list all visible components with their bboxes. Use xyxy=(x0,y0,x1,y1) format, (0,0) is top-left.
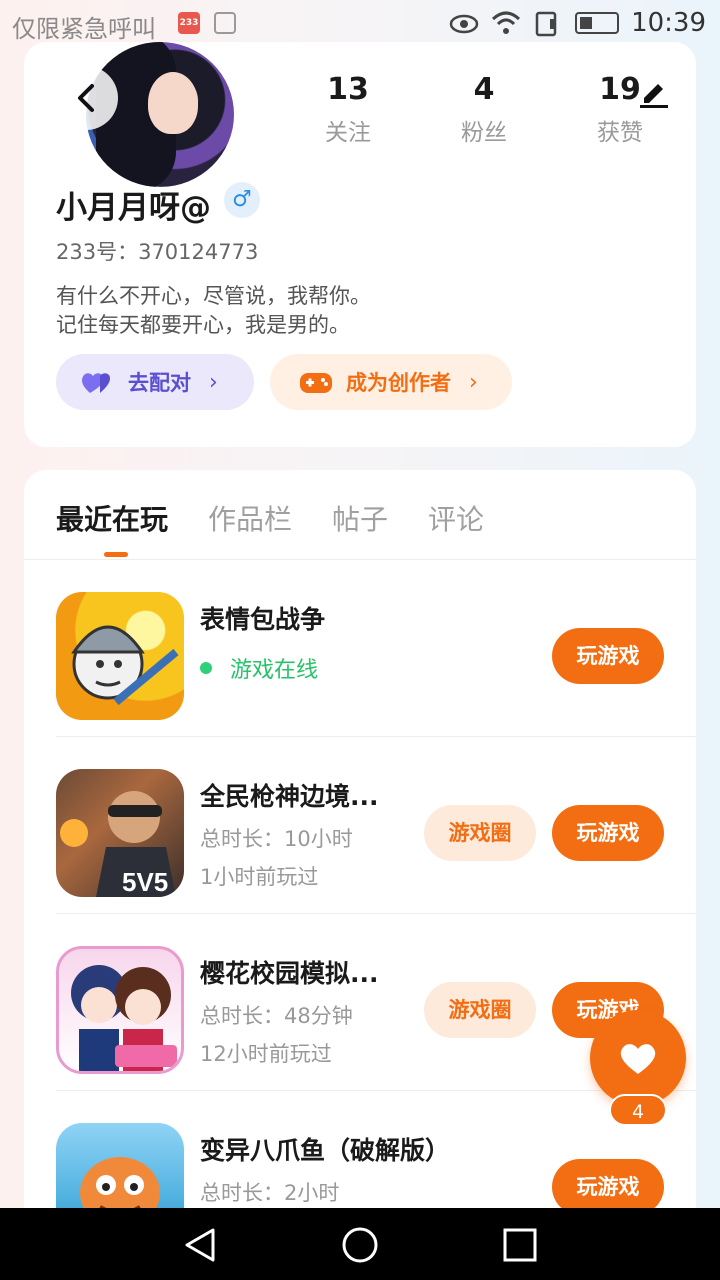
game-circle-button[interactable]: 游戏圈 xyxy=(424,805,536,861)
eye-icon xyxy=(449,14,479,34)
play-duration: 总时长：10小时 xyxy=(200,827,353,851)
following-count: 13 xyxy=(327,72,369,107)
tab-recent-played[interactable]: 最近在玩 xyxy=(56,498,168,538)
profile-card: 13 关注 4 粉丝 19 获赞 小月月呀@ ♂ 233号：370124773 … xyxy=(24,42,696,447)
play-game-button[interactable]: 玩游戏 xyxy=(552,628,664,684)
online-status: 游戏在线 xyxy=(200,652,318,684)
match-button-label: 去配对 xyxy=(128,371,191,395)
chevron-right-icon: › xyxy=(469,369,478,395)
match-button[interactable]: 去配对 › xyxy=(56,354,254,410)
likes-label: 获赞 xyxy=(597,120,643,146)
stat-followers[interactable]: 4 粉丝 xyxy=(434,72,534,147)
gamepad-icon xyxy=(300,373,332,393)
image-notification-icon xyxy=(214,12,236,34)
game-icon xyxy=(56,946,184,1074)
carrier-text: 仅限紧急呼叫 xyxy=(12,15,156,43)
bio: 有什么不开心，尽管说，我帮你。 记住每天都要开心，我是男的。 xyxy=(56,282,656,340)
bio-line-2: 记住每天都要开心，我是男的。 xyxy=(56,313,350,337)
nickname: 小月月呀@ xyxy=(56,190,211,226)
followers-label: 粉丝 xyxy=(461,120,507,146)
stat-following[interactable]: 13 关注 xyxy=(298,72,398,147)
gender-male-icon: ♂ xyxy=(224,182,260,218)
play-duration: 总时长：48分钟 xyxy=(200,1004,353,1028)
creator-button-label: 成为创作者 xyxy=(346,371,451,395)
game-title: 变异八爪鱼（破解版） xyxy=(200,1136,451,1165)
game-title: 表情包战争 xyxy=(200,605,326,634)
last-played: 1小时前玩过 xyxy=(200,865,319,889)
like-count-badge: 4 xyxy=(609,1094,667,1126)
following-label: 关注 xyxy=(325,120,371,146)
heart-icon xyxy=(620,1044,656,1074)
hearts-icon xyxy=(82,373,110,393)
play-duration: 总时长：2小时 xyxy=(200,1181,340,1205)
online-status-label: 游戏在线 xyxy=(230,658,319,683)
back-button[interactable] xyxy=(54,66,118,130)
followers-count: 4 xyxy=(473,72,495,107)
nav-home-icon[interactable] xyxy=(341,1226,379,1264)
floating-like-button[interactable] xyxy=(590,1010,686,1106)
user-id: 233号：370124773 xyxy=(56,240,259,264)
system-nav-bar xyxy=(0,1208,720,1280)
wifi-icon xyxy=(492,11,521,34)
play-game-button[interactable]: 玩游戏 xyxy=(552,1159,664,1215)
app-badge-icon: 233 xyxy=(178,12,200,34)
game-row[interactable]: 5V5 全民枪神边境... 总时长：10小时 1小时前玩过 游戏圈 玩游戏 xyxy=(56,737,696,914)
edit-icon[interactable] xyxy=(636,74,672,110)
tab-posts[interactable]: 帖子 xyxy=(332,498,388,538)
sim-alert-icon xyxy=(535,11,557,37)
game-icon xyxy=(56,592,184,720)
game-title: 全民枪神边境... xyxy=(200,782,379,811)
last-played: 12小时前玩过 xyxy=(200,1042,332,1066)
chevron-left-icon xyxy=(78,84,94,112)
tab-works[interactable]: 作品栏 xyxy=(208,498,292,538)
clock: 10:39 xyxy=(631,8,706,38)
svg-text:5V5: 5V5 xyxy=(122,867,168,897)
tab-comments[interactable]: 评论 xyxy=(428,498,484,538)
bio-line-1: 有什么不开心，尽管说，我帮你。 xyxy=(56,284,371,308)
play-game-button[interactable]: 玩游戏 xyxy=(552,805,664,861)
game-title: 樱花校园模拟... xyxy=(200,959,379,988)
battery-icon xyxy=(575,12,620,34)
game-row[interactable]: 表情包战争 游戏在线 玩游戏 xyxy=(56,560,696,737)
active-tab-indicator xyxy=(104,552,128,557)
online-dot-icon xyxy=(200,662,212,674)
become-creator-button[interactable]: 成为创作者 › xyxy=(270,354,512,410)
nav-recents-icon[interactable] xyxy=(501,1226,539,1264)
nav-back-icon[interactable] xyxy=(181,1226,219,1264)
tab-bar: 最近在玩 作品栏 帖子 评论 xyxy=(56,498,484,538)
chevron-right-icon: › xyxy=(209,369,218,395)
game-icon: 5V5 xyxy=(56,769,184,897)
game-circle-button[interactable]: 游戏圈 xyxy=(424,982,536,1038)
content-card: 最近在玩 作品栏 帖子 评论 表情包战争 游戏在线 玩游戏 5V5 全民枪神边境… xyxy=(24,470,696,1230)
